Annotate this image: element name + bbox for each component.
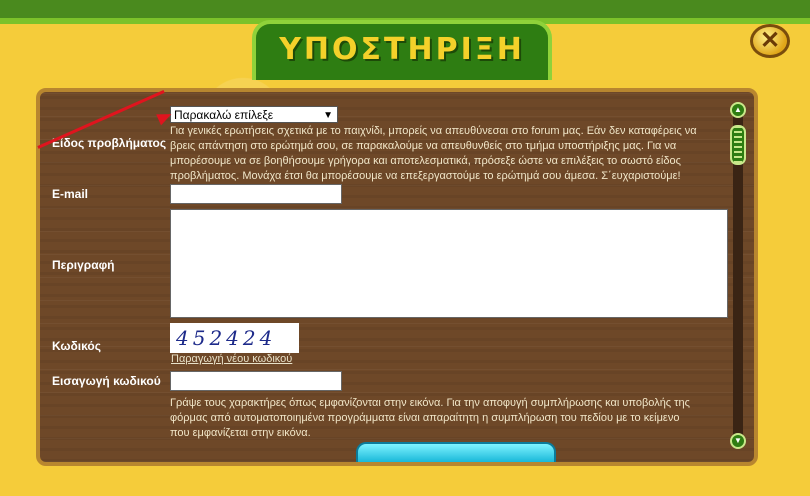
dropdown-arrow-icon: ▼ [323, 110, 333, 121]
problem-type-label: Είδος προβλήματος [52, 136, 167, 150]
email-label: E-mail [52, 187, 89, 201]
info-line: που εμφανίζεται στην εικόνα. [170, 427, 311, 439]
description-label: Περιγραφή [52, 258, 115, 272]
code-label: Κωδικός [52, 339, 102, 353]
info-line: βρεις απάντηση στο ερώτημά σου, σε παρακ… [170, 140, 677, 152]
problem-type-info: Για γενικές ερωτήσεις σχετικά με το παιχ… [170, 124, 697, 184]
submit-button[interactable] [356, 442, 556, 462]
code-entry-label: Εισαγωγή κωδικού [52, 374, 161, 388]
captcha-image: 452424 [170, 323, 299, 353]
email-field[interactable] [170, 184, 342, 204]
info-line: προβλήματος. Μονάχα έτσι θα μπορέσουμε ν… [170, 170, 681, 182]
scrollbar-thumb[interactable] [730, 125, 746, 165]
problem-type-selected: Παρακαλώ επίλεξε [174, 108, 274, 122]
code-entry-field[interactable] [170, 371, 342, 391]
scroll-up-icon[interactable]: ▲ [730, 102, 746, 118]
info-line: Για γενικές ερωτήσεις σχετικά με το παιχ… [170, 125, 697, 137]
info-line: Γράψε τους χαρακτήρες όπως εμφανίζονται … [170, 397, 690, 409]
scroll-down-icon[interactable]: ▼ [730, 433, 746, 449]
code-entry-info: Γράψε τους χαρακτήρες όπως εμφανίζονται … [170, 396, 690, 441]
problem-type-select[interactable]: Παρακαλώ επίλεξε ▼ [170, 106, 338, 123]
description-textarea[interactable] [170, 209, 728, 318]
close-button[interactable]: ✕ [750, 24, 790, 58]
info-line: φόρμας από αυτοματοποιημένα προγράμματα … [170, 412, 680, 424]
new-code-link[interactable]: Παραγωγή νέου κωδικού [171, 353, 292, 365]
window-title: ΥΠΟΣΤΗΡΙΞΗ [279, 32, 525, 67]
info-line: μπορέσουμε να σε βοηθήσουμε γρήγορα και … [170, 155, 681, 167]
